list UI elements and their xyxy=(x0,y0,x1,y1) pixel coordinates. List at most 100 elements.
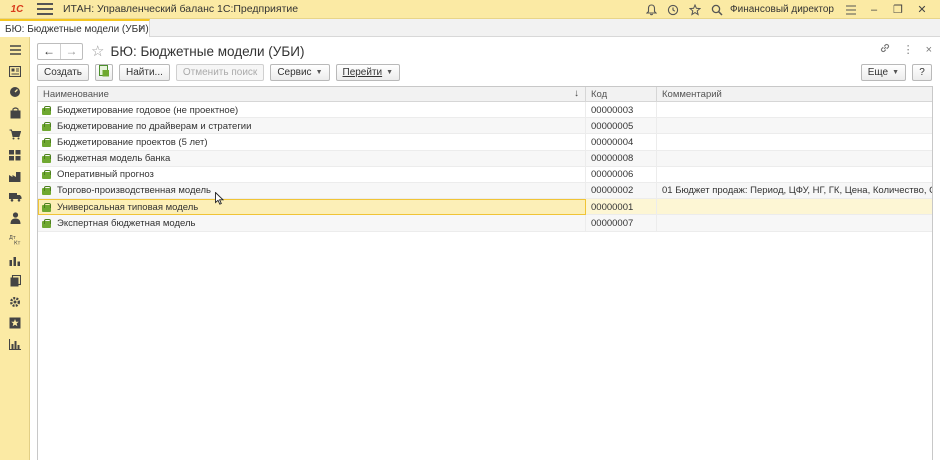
cell-name[interactable]: Бюджетная модель банка xyxy=(38,150,586,167)
go-menu-button[interactable]: Перейти ▼ xyxy=(335,64,401,81)
table-row[interactable]: Оперативный прогноз 00000006 xyxy=(38,166,932,183)
cell-comment[interactable] xyxy=(657,134,932,150)
cell-name-text: Бюджетирование годовое (не проектное) xyxy=(57,104,239,116)
cell-comment[interactable] xyxy=(657,102,932,118)
finance-gauge-icon[interactable] xyxy=(8,85,22,99)
budget-model-icon xyxy=(42,170,51,180)
sections-sidebar: Дт Кт xyxy=(0,37,30,460)
cancel-search-button[interactable]: Отменить поиск xyxy=(175,64,265,81)
history-icon[interactable] xyxy=(662,0,684,19)
find-button[interactable]: Найти... xyxy=(119,64,170,81)
main-form: ← → ☆ БЮ: Бюджетные модели (УБИ) ⋮ × Соз… xyxy=(31,37,940,460)
cell-name[interactable]: Универсальная типовая модель xyxy=(38,199,586,216)
link-icon[interactable] xyxy=(879,42,891,57)
column-header-comment[interactable]: Комментарий xyxy=(657,87,932,102)
chevron-down-icon: ▼ xyxy=(315,69,323,76)
budget-model-icon xyxy=(42,202,51,212)
cell-code[interactable]: 00000003 xyxy=(586,102,657,118)
cell-code[interactable]: 00000007 xyxy=(586,215,657,232)
table-row[interactable]: Универсальная типовая модель 00000001 xyxy=(38,199,932,216)
accounting-dt-kt-icon[interactable]: Дт Кт xyxy=(8,232,22,246)
tab-bar: БЮ: Бюджетные модели (УБИ) × xyxy=(0,19,940,37)
cell-name-text: Оперативный прогноз xyxy=(57,169,154,181)
close-window-icon[interactable]: ✕ xyxy=(910,3,934,16)
cell-name[interactable]: Оперативный прогноз xyxy=(38,166,586,183)
chevron-down-icon: ▼ xyxy=(386,69,394,76)
form-header: ← → ☆ БЮ: Бюджетные модели (УБИ) xyxy=(37,42,304,60)
app-logo: 1С xyxy=(10,3,24,15)
settings-lines-icon[interactable] xyxy=(840,0,862,19)
cell-code[interactable]: 00000002 xyxy=(586,182,657,199)
cell-code[interactable]: 00000006 xyxy=(586,166,657,183)
chevron-down-icon: ▼ xyxy=(892,69,899,76)
column-header-code[interactable]: Код xyxy=(586,87,657,102)
tab-budget-models[interactable]: БЮ: Бюджетные модели (УБИ) × xyxy=(0,19,150,37)
bar-chart-icon[interactable] xyxy=(8,253,22,267)
budget-models-table[interactable]: Наименование ↓ Код Комментарий Бюджетиро… xyxy=(37,86,933,460)
table-row[interactable]: Бюджетирование проектов (5 лет) 00000004 xyxy=(38,134,932,151)
cell-code[interactable]: 00000004 xyxy=(586,134,657,151)
cell-comment[interactable] xyxy=(657,199,932,215)
main-menu-icon[interactable] xyxy=(37,3,53,15)
cell-code[interactable]: 00000005 xyxy=(586,118,657,135)
budget-model-icon xyxy=(42,121,51,131)
desktop-icon[interactable] xyxy=(8,64,22,78)
warehouse-grid-icon[interactable] xyxy=(8,148,22,162)
table-row[interactable]: Бюджетирование годовое (не проектное) 000… xyxy=(38,102,932,119)
cell-name[interactable]: Торгово-производственная модель xyxy=(38,182,586,199)
tab-label: БЮ: Бюджетные модели (УБИ) xyxy=(5,23,149,35)
cell-name-text: Бюджетирование по драйверам и стратегии xyxy=(57,120,252,132)
create-copy-button[interactable] xyxy=(95,64,114,81)
cell-name[interactable]: Бюджетирование по драйверам и стратегии xyxy=(38,118,586,135)
cell-comment[interactable] xyxy=(657,167,932,183)
minimize-icon[interactable]: – xyxy=(862,4,886,16)
form-header-actions: ⋮ × xyxy=(879,42,932,57)
person-icon[interactable] xyxy=(8,211,22,225)
more-vertical-icon[interactable]: ⋮ xyxy=(903,43,914,56)
cell-comment[interactable] xyxy=(657,215,932,231)
service-menu-button[interactable]: Сервис ▼ xyxy=(270,64,330,81)
menu-lines-icon[interactable] xyxy=(8,43,22,57)
current-user[interactable]: Финансовый директор xyxy=(730,4,834,15)
table-row[interactable]: Бюджетная модель банка 00000008 xyxy=(38,150,932,167)
gear-icon[interactable] xyxy=(8,295,22,309)
bag-icon[interactable] xyxy=(8,106,22,120)
create-button[interactable]: Создать xyxy=(37,64,90,81)
table-row[interactable]: Экспертная бюджетная модель 00000007 xyxy=(38,215,932,232)
cell-comment[interactable] xyxy=(657,118,932,134)
cell-comment[interactable] xyxy=(657,151,932,167)
more-actions-button[interactable]: Еще ▼ xyxy=(860,64,906,81)
cart-icon[interactable] xyxy=(8,127,22,141)
cell-name-text: Бюджетная модель банка xyxy=(57,153,171,165)
sort-down-icon[interactable]: ↓ xyxy=(574,88,579,99)
cell-code[interactable]: 00000001 xyxy=(586,199,657,216)
table-row[interactable]: Бюджетирование по драйверам и стратегии 0… xyxy=(38,118,932,135)
truck-icon[interactable] xyxy=(8,190,22,204)
production-icon[interactable] xyxy=(8,169,22,183)
starred-box-icon[interactable] xyxy=(8,316,22,330)
table-row[interactable]: Торгово-производственная модель 00000002 0… xyxy=(38,182,932,200)
cell-name[interactable]: Бюджетирование проектов (5 лет) xyxy=(38,134,586,151)
cell-name-text: Экспертная бюджетная модель xyxy=(57,217,196,229)
cell-comment[interactable]: 01 Бюджет продаж: Период, ЦФУ, НГ, ГК, Ц… xyxy=(657,183,932,199)
favorites-star-icon[interactable] xyxy=(684,0,706,19)
close-form-icon[interactable]: × xyxy=(926,44,932,56)
tab-close-icon[interactable]: × xyxy=(139,22,145,34)
cell-name[interactable]: Экспертная бюджетная модель xyxy=(38,215,586,232)
forward-button[interactable]: → xyxy=(60,43,82,59)
page-title: БЮ: Бюджетные модели (УБИ) xyxy=(110,43,305,59)
column-header-name[interactable]: Наименование ↓ xyxy=(38,87,586,102)
search-icon[interactable] xyxy=(706,0,728,19)
back-button[interactable]: ← xyxy=(38,44,60,59)
cell-code[interactable]: 00000008 xyxy=(586,150,657,167)
help-button[interactable]: ? xyxy=(912,64,932,81)
budget-model-icon xyxy=(42,218,51,228)
cell-name[interactable]: Бюджетирование годовое (не проектное) xyxy=(38,102,586,118)
budget-model-icon xyxy=(42,154,51,164)
bell-icon[interactable] xyxy=(640,0,662,19)
restore-icon[interactable]: ❐ xyxy=(886,3,910,16)
reports-chart-icon[interactable] xyxy=(8,337,22,351)
add-favorite-star-icon[interactable]: ☆ xyxy=(91,42,104,60)
documents-icon[interactable] xyxy=(8,274,22,288)
app-title: ИТАН: Управленческий баланс 1С:Предприят… xyxy=(63,3,299,15)
